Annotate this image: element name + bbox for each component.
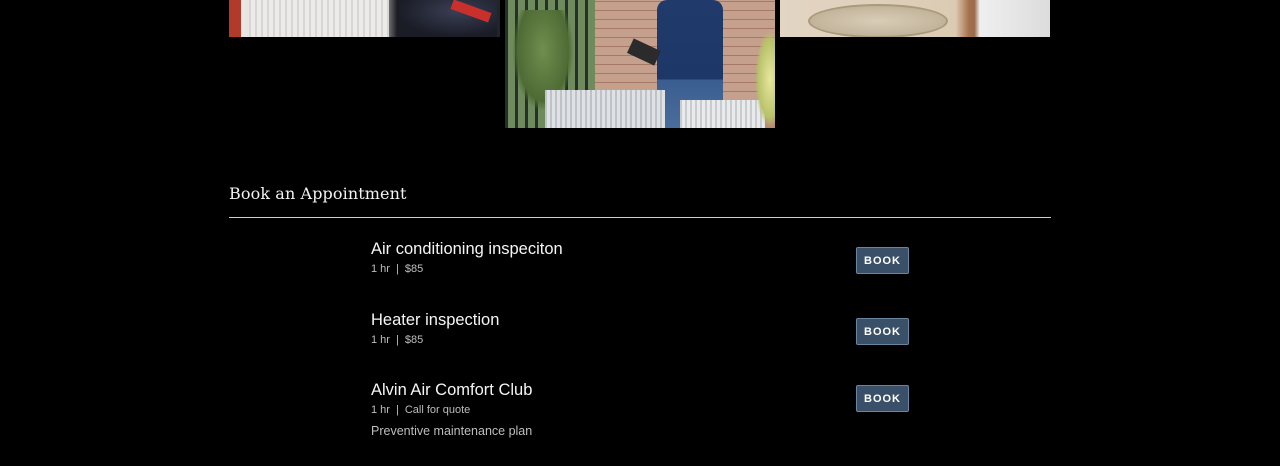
meta-separator: | bbox=[395, 404, 399, 416]
meta-separator: | bbox=[395, 334, 399, 346]
book-button[interactable]: BOOK bbox=[856, 385, 909, 412]
service-duration: 1 hr bbox=[371, 263, 390, 275]
service-name: Alvin Air Comfort Club bbox=[371, 381, 533, 399]
service-meta: 1 hr | $85 bbox=[371, 333, 931, 347]
book-button[interactable]: BOOK bbox=[856, 318, 909, 345]
service-meta: 1 hr | Call for quote bbox=[371, 403, 931, 417]
book-button[interactable]: BOOK bbox=[856, 247, 909, 274]
photo-detail bbox=[545, 90, 665, 128]
service-name: Heater inspection bbox=[371, 311, 500, 329]
photo-detail bbox=[680, 100, 765, 128]
service-meta: 1 hr | $85 bbox=[371, 262, 931, 276]
gallery-photo-technician-with-tablet[interactable] bbox=[505, 0, 775, 128]
photo-detail bbox=[249, 0, 389, 37]
service-price: $85 bbox=[404, 334, 424, 346]
photo-detail bbox=[755, 30, 775, 128]
photo-detail bbox=[808, 4, 948, 37]
service-item: Air conditioning inspeciton 1 hr | $85 bbox=[371, 239, 931, 276]
page: Book an Appointment Air conditioning ins… bbox=[0, 0, 1280, 466]
service-price: Call for quote bbox=[404, 404, 471, 416]
service-duration: 1 hr bbox=[371, 404, 390, 416]
section-divider bbox=[229, 217, 1051, 218]
gallery-photo-technician-with-unit[interactable] bbox=[229, 0, 500, 37]
photo-detail bbox=[229, 0, 241, 37]
service-item: Alvin Air Comfort Club 1 hr | Call for quo… bbox=[371, 380, 931, 439]
meta-separator: | bbox=[395, 263, 399, 275]
section-title: Book an Appointment bbox=[229, 184, 407, 203]
service-price: $85 bbox=[404, 263, 424, 275]
service-duration: 1 hr bbox=[371, 334, 390, 346]
service-name: Air conditioning inspeciton bbox=[371, 240, 563, 258]
service-description: Preventive maintenance plan bbox=[371, 424, 533, 438]
gallery-photo-room-interior[interactable] bbox=[780, 0, 1050, 37]
service-item: Heater inspection 1 hr | $85 bbox=[371, 310, 931, 347]
